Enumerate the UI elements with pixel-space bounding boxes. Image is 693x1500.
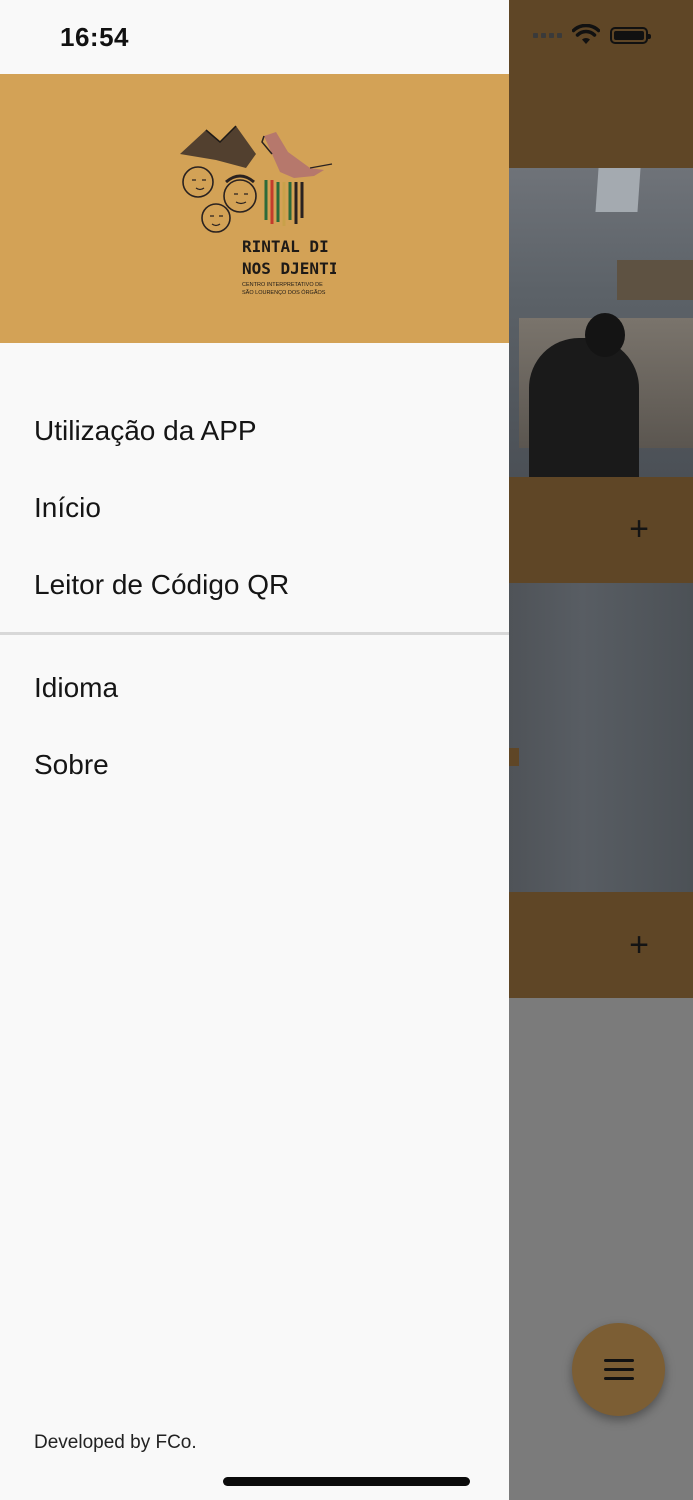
status-bar: 16:54 xyxy=(0,0,509,74)
logo-title-line2: NOS DJENTIS xyxy=(242,259,336,278)
plus-icon[interactable]: + xyxy=(626,928,652,962)
status-time: 16:54 xyxy=(60,22,129,52)
drawer-menu-primary: Utilização da APP Início Leitor de Códig… xyxy=(0,392,509,623)
menu-fab-button[interactable] xyxy=(572,1323,665,1416)
logo-title-line1: RINTAL DI xyxy=(242,237,329,256)
exhibit-card-image[interactable] xyxy=(509,168,693,477)
drawer-menu-secondary: Idioma Sobre xyxy=(0,649,509,803)
menu-item-language[interactable]: Idioma xyxy=(0,649,509,726)
navigation-drawer: 16:54 RINTAL DI NOS DJENTI CENTRO INTERP… xyxy=(0,0,509,1500)
logo-subtitle-line2: SÃO LOURENÇO DOS ÓRGÃOS xyxy=(242,289,326,296)
exhibit-card-image[interactable] xyxy=(509,583,693,892)
logo-subtitle-line1: CENTRO INTERPRETATIVO DE xyxy=(242,282,323,288)
plus-icon[interactable]: + xyxy=(626,512,652,546)
menu-item-app-usage[interactable]: Utilização da APP xyxy=(0,392,509,469)
exhibit-card-bar[interactable] xyxy=(509,477,693,583)
wifi-icon xyxy=(572,24,600,44)
menu-item-home[interactable]: Início xyxy=(0,469,509,546)
developer-credit: Developed by FCo. xyxy=(34,1432,197,1453)
menu-item-about[interactable]: Sobre xyxy=(0,726,509,803)
menu-icon xyxy=(603,1359,634,1380)
exhibit-card-bar[interactable] xyxy=(509,892,693,998)
cellular-signal-icon xyxy=(533,32,562,38)
menu-divider xyxy=(0,632,509,635)
home-indicator[interactable] xyxy=(223,1477,470,1486)
battery-icon xyxy=(610,26,651,44)
app-logo: RINTAL DI NOS DJENTIS CENTRO INTERPRETAT… xyxy=(176,124,348,304)
menu-item-qr-reader[interactable]: Leitor de Código QR xyxy=(0,546,509,623)
status-icons xyxy=(533,24,651,46)
